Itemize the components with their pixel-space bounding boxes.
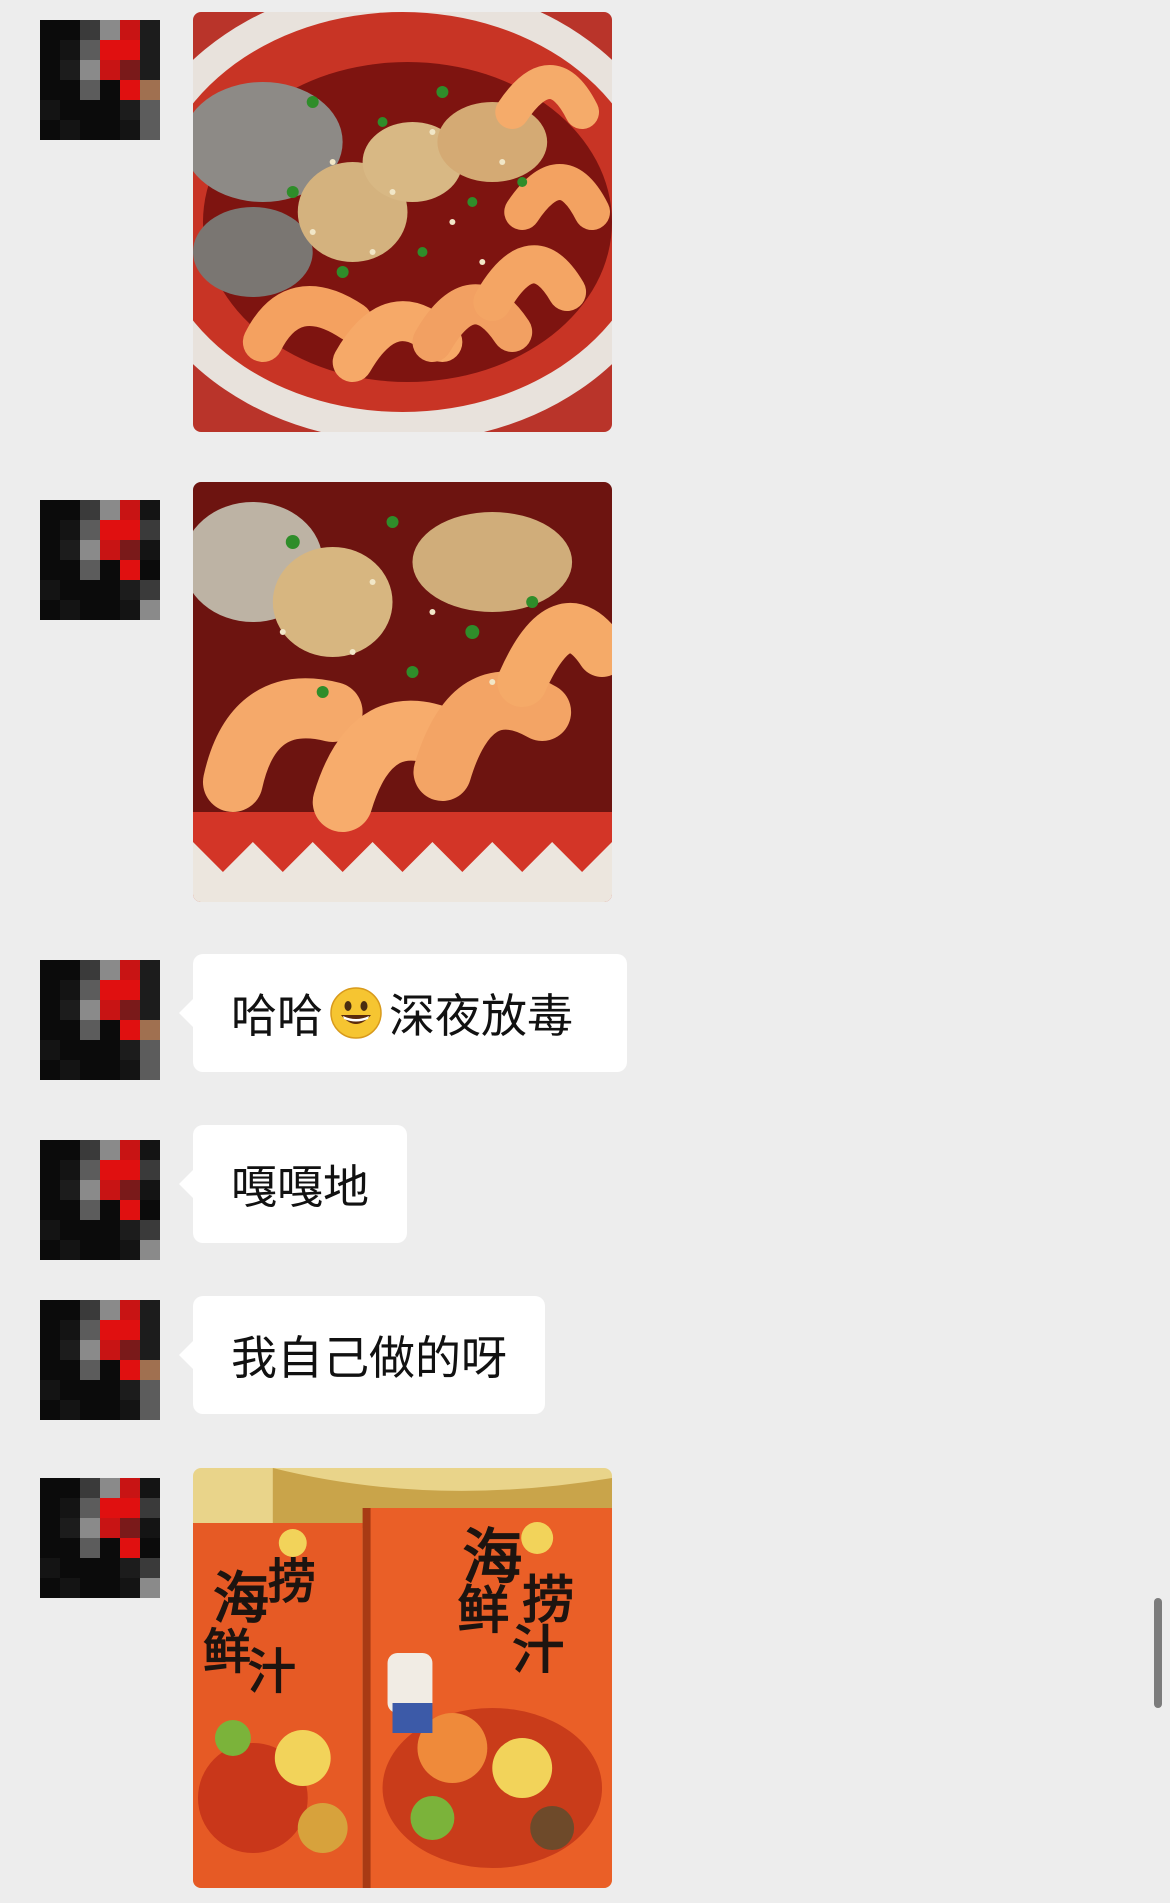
grinning-face-emoji-icon [329,986,383,1040]
sender-avatar[interactable] [40,20,160,140]
seafood-sauce-package-photo[interactable]: 海 捞 鲜 汁 海 捞 鲜 汁 [193,1468,612,1888]
svg-text:汁: 汁 [248,1645,296,1700]
sender-avatar[interactable] [40,960,160,1080]
svg-text:捞: 捞 [268,1555,316,1610]
message-bubble[interactable]: 嘎嘎地 [179,1125,407,1243]
sender-avatar[interactable] [40,1140,160,1260]
shrimp-closeup-photo[interactable] [193,482,612,902]
message-bubble[interactable]: 哈哈 深夜放毒 [179,954,627,1072]
seafood-platter-photo[interactable] [193,12,612,432]
scrollbar[interactable] [1154,1598,1162,1708]
sender-avatar[interactable] [40,1300,160,1420]
chat-message-list[interactable]: 哈哈 深夜放毒 嘎嘎地 我自己做的呀 海 捞 鲜 汁 海 捞 鲜 汁 [0,0,1170,1903]
sender-avatar[interactable] [40,500,160,620]
sender-avatar[interactable] [40,1478,160,1598]
svg-text:汁: 汁 [512,1621,564,1681]
svg-text:鲜: 鲜 [457,1581,509,1641]
message-text: 哈哈 [231,989,323,1043]
message-text: 我自己做的呀 [231,1331,507,1385]
message-text: 嘎嘎地 [231,1160,369,1214]
svg-text:鲜: 鲜 [203,1625,251,1680]
message-bubble[interactable]: 我自己做的呀 [179,1296,545,1414]
message-text: 深夜放毒 [389,989,573,1043]
svg-text:海: 海 [213,1567,269,1632]
